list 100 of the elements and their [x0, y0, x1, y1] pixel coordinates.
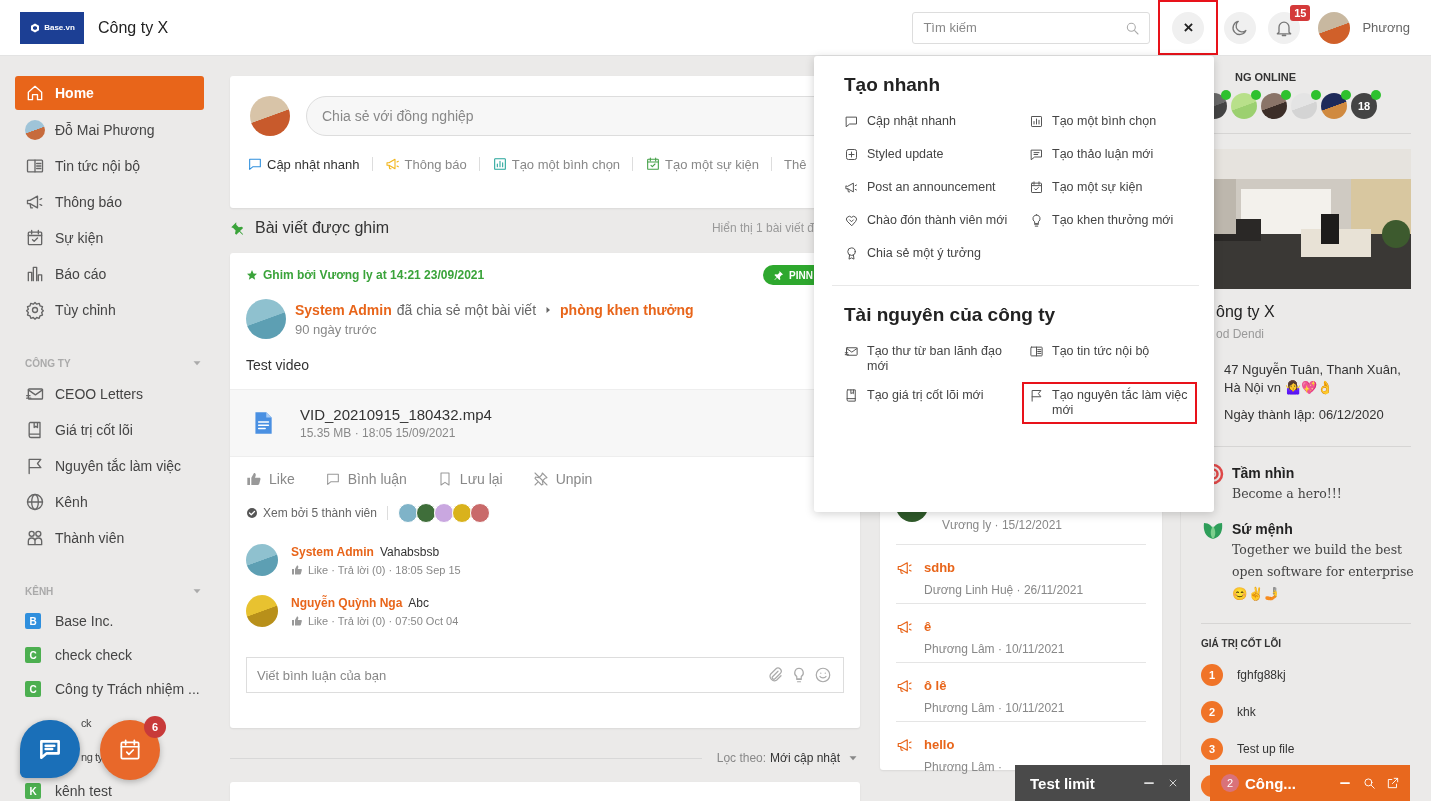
chat-button[interactable] [20, 720, 80, 778]
news-icon [1029, 344, 1044, 359]
chat-title: Công... [1245, 774, 1296, 792]
sparkle-icon [844, 147, 859, 162]
menu-item[interactable]: Tạo tin tức nội bộ [1022, 338, 1197, 380]
flag-icon [1029, 388, 1044, 403]
external-link-icon[interactable] [1386, 776, 1400, 790]
nav-item[interactable]: Thông báo [15, 184, 204, 220]
user-name[interactable]: Phương [1362, 20, 1410, 35]
menu-item[interactable]: Styled update [837, 141, 1022, 172]
nav-item[interactable]: Giá trị cốt lõi [15, 412, 204, 448]
nav-item[interactable]: Kênh [15, 484, 204, 520]
calendar-icon [645, 156, 662, 172]
nav-item[interactable]: Đỗ Mai Phương [15, 112, 204, 148]
post-action: đã chia sẻ một bài viết [396, 301, 537, 318]
filter-dropdown[interactable]: Mới cập nhật [770, 751, 840, 765]
menu-item[interactable]: Chia sẻ một ý tưởng [837, 240, 1022, 271]
post-action-button[interactable]: Unpin [532, 471, 593, 487]
menu-item[interactable]: Chào đón thành viên mới [837, 207, 1022, 238]
number-badge: 2 [1201, 701, 1223, 723]
book-icon [844, 388, 859, 403]
pinned-badge: PINN [763, 265, 814, 285]
mission-text: Together we build the best open software for enterprise 😊✌🤳 [1232, 541, 1415, 603]
mission-title: Sứ mệnh [1232, 521, 1294, 537]
pinned-by: Ghim bởi Vương ly at 14:21 23/09/2021 [246, 268, 485, 282]
globe-icon [25, 492, 45, 512]
nav-item[interactable]: Tùy chỉnh [15, 292, 204, 328]
pin-icon [230, 220, 245, 236]
viewer-avatar[interactable] [469, 503, 490, 523]
nav-item[interactable]: Sự kiện [15, 220, 204, 256]
channel-link[interactable]: ck [81, 717, 92, 729]
comment-field[interactable]: Viết bình luận của bạn [246, 657, 844, 693]
number-badge: 3 [1201, 738, 1223, 760]
announcement-meta: Phương Lâm · 10/11/2021 [924, 642, 1065, 656]
post-action-button[interactable]: Bình luận [324, 471, 407, 487]
post-text: Test video [246, 357, 311, 375]
menu-item[interactable]: Tạo khen thưởng mới [1022, 207, 1197, 238]
menu-item[interactable]: Tạo nguyên tắc làm việc mới [1022, 382, 1197, 424]
avatar [246, 595, 278, 627]
filter-label: Lọc theo: [716, 751, 767, 765]
menu-item[interactable]: Cập nhật nhanh [837, 108, 1022, 139]
composer-tab[interactable]: Tạo một sự kiện [643, 156, 762, 172]
announcement-meta: Phương Lâm · 10/11/2021 [924, 701, 1065, 715]
channel-link[interactable]: Base Inc. [55, 613, 114, 629]
calendar-icon [1029, 180, 1044, 195]
chat-title: Test limit [1030, 774, 1095, 792]
nav-item[interactable]: CEOO Letters [15, 376, 204, 412]
thumbs-up-icon [246, 471, 262, 487]
section-title: NG ONLINE [1234, 71, 1298, 83]
viewer-avatar[interactable] [415, 503, 436, 523]
smiley-icon[interactable] [814, 666, 832, 684]
channel-link[interactable]: kênh test [55, 783, 112, 799]
menu-item[interactable]: Tạo thư từ ban lãnh đạo mới [837, 338, 1022, 380]
announcement-meta: Vương ly · 15/12/2021 [942, 518, 1062, 532]
nav-item[interactable]: Nguyên tắc làm việc [15, 448, 204, 484]
avatar [250, 96, 290, 136]
composer-tab[interactable]: Tạo một bình chọn [489, 156, 623, 172]
comment-meta: Like · Trả lời (0) · 07:50 Oct 04 [308, 614, 459, 627]
channel-link[interactable]: Công ty Trách nhiệm ... [55, 681, 200, 697]
logo[interactable]: Base.vn [20, 11, 84, 44]
home-icon [25, 83, 45, 103]
comment-icon [324, 471, 341, 487]
avatar [246, 544, 278, 576]
menu-item[interactable]: Tạo thảo luận mới [1022, 141, 1197, 172]
file-meta: 15.35 MB · 18:05 15/09/2021 [300, 426, 457, 440]
theme-button[interactable] [1224, 11, 1257, 44]
composer-tab[interactable]: Thê [782, 156, 809, 172]
post-action-button[interactable]: Lưu lại [436, 471, 503, 487]
nav-item[interactable]: Báo cáo [15, 256, 204, 292]
megaphone-icon [896, 677, 914, 695]
nav-item[interactable]: Tin tức nội bộ [15, 148, 204, 184]
avatar [246, 299, 286, 339]
tasks-button[interactable] [100, 720, 160, 780]
nav-item[interactable]: Thành viên [15, 520, 204, 556]
chat-bar[interactable]: Test limit [1015, 765, 1190, 801]
viewer-avatar[interactable] [433, 503, 454, 523]
core-value: khk [1237, 705, 1256, 719]
bubble-icon [844, 114, 859, 129]
channel-link[interactable]: check check [55, 647, 133, 663]
menu-heading: Tài nguyên của công ty [843, 304, 1057, 326]
announcement-meta: Dương Linh Huệ · 26/11/2021 [924, 583, 1084, 597]
close-button[interactable]: × [1172, 11, 1205, 44]
post-action-button[interactable]: Like [246, 471, 295, 487]
pin-icon [773, 269, 785, 281]
composer-tab[interactable]: Thông báo [382, 156, 469, 172]
logo-icon [29, 21, 42, 34]
menu-item[interactable]: Tạo một bình chọn [1022, 108, 1197, 139]
search-icon[interactable] [1362, 776, 1376, 790]
menu-item[interactable]: Post an announcement [837, 174, 1022, 205]
award-icon [844, 246, 859, 261]
company-address: 47 Nguyễn Tuân, Thanh Xuân, Hà Nội vn 🤷‍♀💖👌 [1223, 361, 1402, 397]
company-name: Công ty X [98, 18, 169, 37]
vision-title: Tầm nhìn [1232, 465, 1296, 481]
menu-item[interactable]: Tạo một sự kiện [1022, 174, 1197, 205]
composer-tab[interactable]: Cập nhật nhanh [245, 156, 362, 172]
founding-date: Ngày thành lập: 06/12/2020 [1223, 406, 1385, 424]
paperclip-icon[interactable] [766, 666, 784, 684]
search-field[interactable]: Tìm kiếm [912, 11, 1151, 44]
logo-text: Base.vn [44, 23, 75, 32]
section-title: CÔNG TY [25, 357, 71, 369]
